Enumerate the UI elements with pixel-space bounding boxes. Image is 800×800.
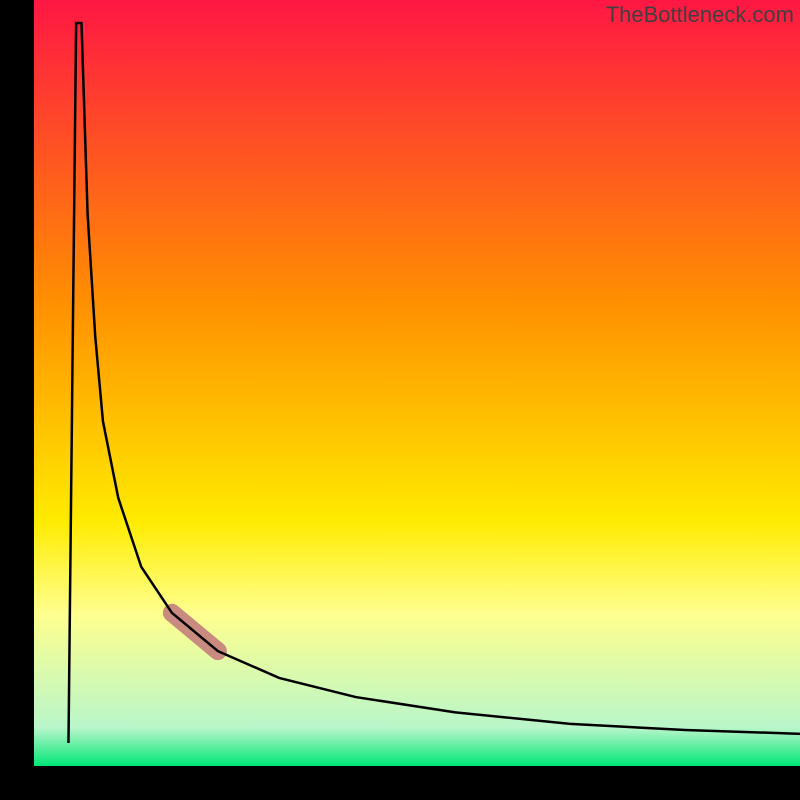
plot-area <box>34 0 800 766</box>
x-axis <box>0 766 800 800</box>
attribution-text: TheBottleneck.com <box>606 2 794 28</box>
chart-svg <box>0 0 800 800</box>
y-axis <box>0 0 34 800</box>
chart-container: TheBottleneck.com <box>0 0 800 800</box>
